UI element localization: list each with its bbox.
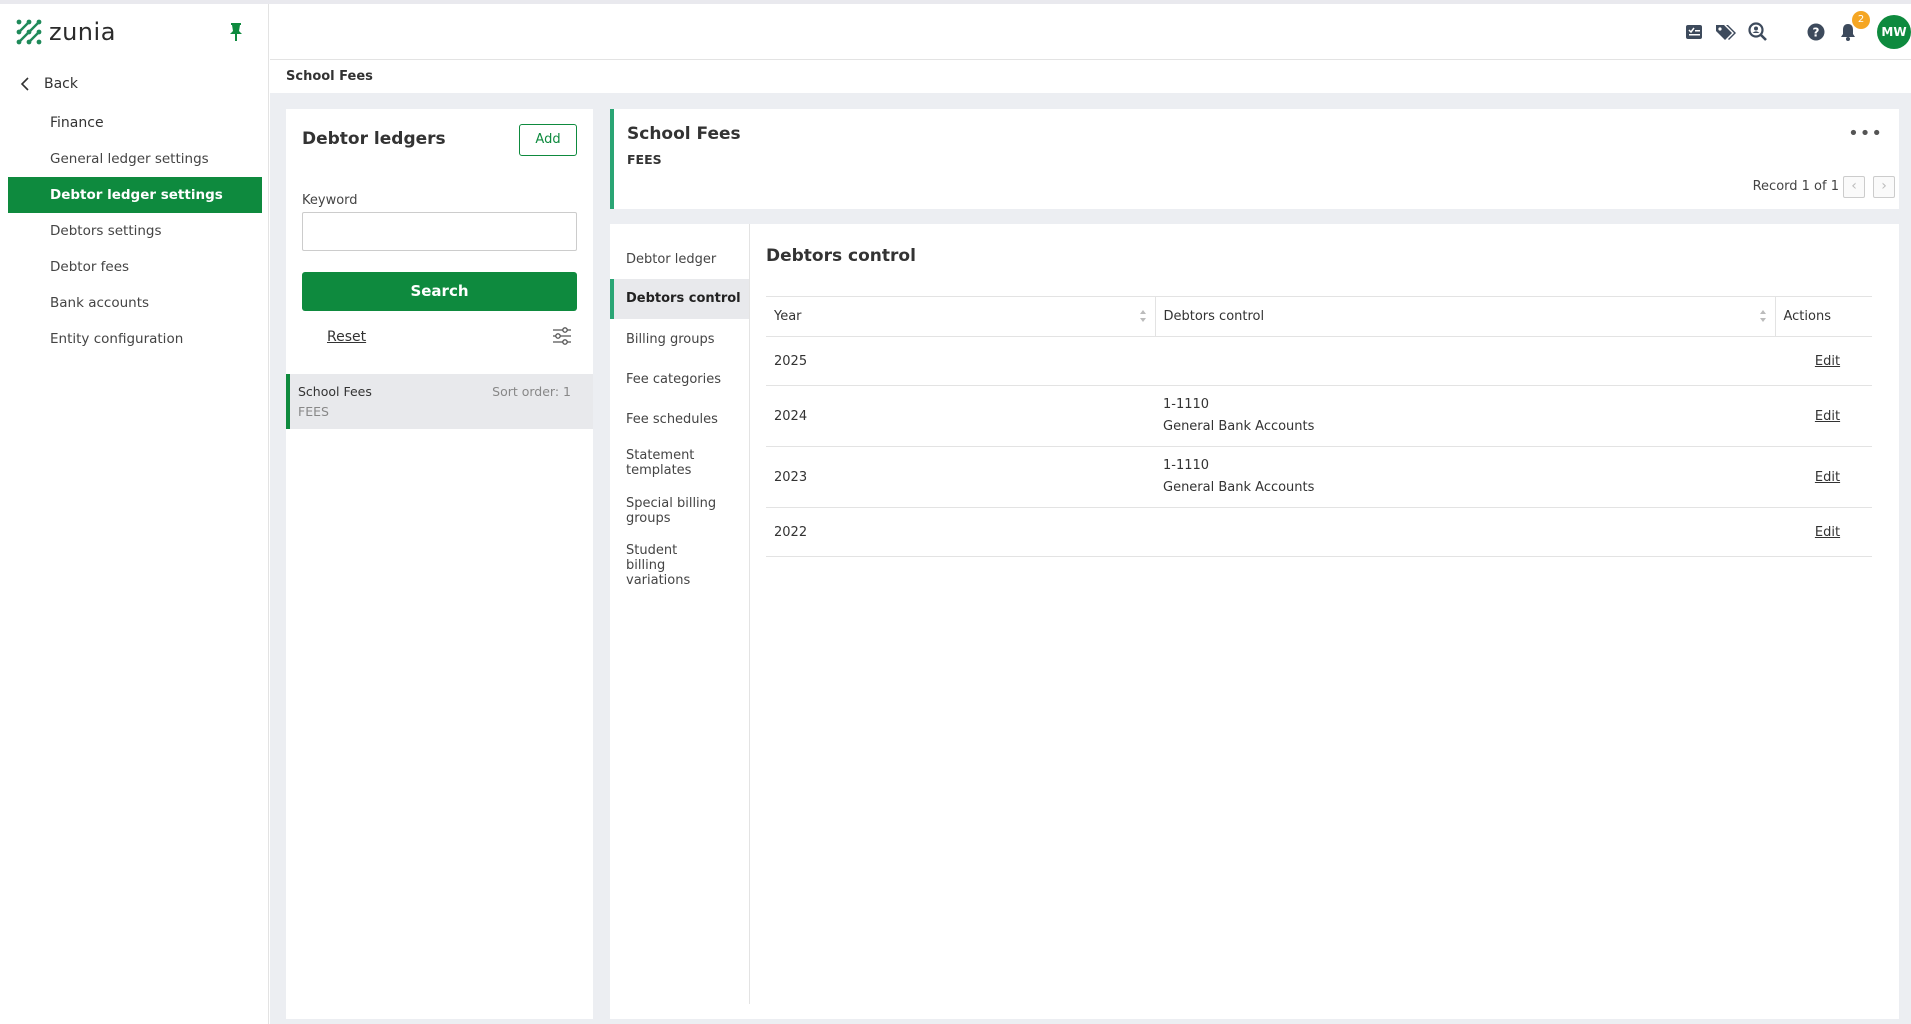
sidebar-item-entity-configuration[interactable]: Entity configuration — [8, 321, 262, 357]
sidebar-item-bank-accounts[interactable]: Bank accounts — [8, 285, 262, 321]
more-options-icon[interactable]: ••• — [1848, 123, 1883, 144]
previous-record-button[interactable]: ‹ — [1843, 176, 1865, 198]
section-title: Debtors control — [766, 246, 916, 266]
column-header-label: Debtors control — [1163, 309, 1265, 324]
back-link[interactable]: Back — [20, 76, 78, 92]
bell-icon[interactable]: 2 — [1837, 11, 1870, 43]
list-item-code: FEES — [298, 404, 329, 419]
account-code: 1-1110 — [1163, 397, 1210, 412]
panel-title: Debtor ledgers — [302, 129, 446, 149]
cell-actions: Edit — [1775, 507, 1872, 557]
tab-billing-groups[interactable]: Billing groups — [610, 332, 749, 347]
record-header-card: School Fees FEES ••• Record 1 of 1 ‹ › — [610, 109, 1899, 209]
record-title: School Fees — [627, 124, 741, 144]
header-icons: ? 2 MW — [1673, 4, 1911, 60]
list-item[interactable]: School Fees FEES Sort order: 1 — [286, 374, 593, 429]
cell-year: 2025 — [766, 336, 1155, 386]
next-record-button[interactable]: › — [1873, 176, 1895, 198]
logo[interactable]: zunia — [15, 18, 116, 46]
sort-icon[interactable] — [1759, 309, 1767, 323]
keyword-input[interactable] — [302, 212, 577, 251]
tab-fee-schedules[interactable]: Fee schedules — [610, 412, 749, 427]
cell-actions: Edit — [1775, 385, 1872, 447]
edit-link[interactable]: Edit — [1815, 409, 1840, 424]
edit-link[interactable]: Edit — [1815, 470, 1840, 485]
cell-year: 2022 — [766, 507, 1155, 557]
sidebar-item-debtor-fees[interactable]: Debtor fees — [8, 249, 262, 285]
search-button[interactable]: Search — [302, 272, 577, 311]
cell-debtors-control — [1155, 507, 1775, 557]
chevron-left-icon — [20, 77, 29, 91]
sidebar-section-finance[interactable]: Finance — [50, 115, 104, 131]
table-row: 2025 Edit — [766, 336, 1872, 386]
avatar[interactable]: MW — [1877, 15, 1911, 49]
edit-link[interactable]: Edit — [1815, 354, 1840, 369]
help-icon[interactable]: ? — [1805, 21, 1827, 43]
top-border — [0, 0, 1911, 4]
column-header-debtors-control[interactable]: Debtors control — [1155, 296, 1776, 337]
sidebar-item-general-ledger-settings[interactable]: General ledger settings — [8, 141, 262, 177]
tab-debtor-ledger[interactable]: Debtor ledger — [610, 252, 749, 267]
cell-debtors-control: 1-1110 General Bank Accounts — [1155, 446, 1775, 508]
zunia-logo-icon — [16, 19, 42, 45]
breadcrumb: School Fees — [270, 61, 1911, 93]
logo-text: zunia — [49, 18, 116, 46]
list-item-sort-order: Sort order: 1 — [492, 384, 571, 399]
column-header-year[interactable]: Year — [766, 296, 1156, 337]
breadcrumb-current: School Fees — [286, 69, 373, 84]
search-person-icon[interactable] — [1747, 21, 1769, 43]
tab-special-billing-groups[interactable]: Special billing groups — [610, 496, 720, 526]
tags-icon[interactable] — [1715, 21, 1737, 43]
record-code: FEES — [627, 152, 662, 167]
sort-icon[interactable] — [1139, 309, 1147, 323]
detail-card: Debtor ledger Debtors control Billing gr… — [610, 224, 1899, 1019]
tab-student-billing-variations[interactable]: Student billing variations — [610, 543, 720, 588]
tab-statement-templates[interactable]: Statement templates — [610, 448, 710, 478]
notification-badge: 2 — [1852, 11, 1870, 29]
account-name: General Bank Accounts — [1163, 480, 1315, 495]
task-icon[interactable] — [1683, 21, 1705, 43]
cell-debtors-control — [1155, 336, 1775, 386]
tab-debtors-control[interactable]: Debtors control — [610, 279, 749, 319]
top-header: ? 2 MW — [270, 4, 1911, 60]
sidebar-item-debtors-settings[interactable]: Debtors settings — [8, 213, 262, 249]
cell-actions: Edit — [1775, 336, 1872, 386]
cell-year: 2024 — [766, 385, 1155, 447]
column-header-label: Actions — [1783, 309, 1832, 324]
svg-text:?: ? — [1813, 26, 1820, 40]
debtor-ledgers-panel: Debtor ledgers Add Keyword Search Reset … — [286, 109, 593, 1019]
list-item-name: School Fees — [298, 384, 372, 399]
column-header-actions: Actions — [1775, 296, 1872, 337]
keyword-label: Keyword — [302, 193, 358, 208]
account-code: 1-1110 — [1163, 458, 1210, 473]
tab-fee-categories[interactable]: Fee categories — [610, 372, 749, 387]
reset-link[interactable]: Reset — [327, 329, 366, 345]
filter-settings-icon[interactable] — [552, 327, 572, 349]
sidebar: zunia Back Finance General ledger settin… — [0, 0, 269, 1024]
edit-link[interactable]: Edit — [1815, 525, 1840, 540]
add-button[interactable]: Add — [519, 124, 577, 156]
detail-tabs: Debtor ledger Debtors control Billing gr… — [610, 224, 750, 1004]
account-name: General Bank Accounts — [1163, 419, 1315, 434]
table-row: 2024 1-1110 General Bank Accounts Edit — [766, 385, 1872, 447]
cell-year: 2023 — [766, 446, 1155, 508]
sidebar-item-debtor-ledger-settings[interactable]: Debtor ledger settings — [8, 177, 262, 213]
record-counter: Record 1 of 1 — [1752, 179, 1839, 194]
debtors-control-table: Year Debtors control Actions 2025 Edit 2… — [766, 296, 1872, 557]
column-header-label: Year — [774, 309, 802, 324]
pin-icon[interactable] — [228, 22, 244, 46]
cell-debtors-control: 1-1110 General Bank Accounts — [1155, 385, 1775, 447]
table-row: 2022 Edit — [766, 507, 1872, 557]
cell-actions: Edit — [1775, 446, 1872, 508]
table-row: 2023 1-1110 General Bank Accounts Edit — [766, 446, 1872, 508]
back-label: Back — [44, 76, 78, 92]
